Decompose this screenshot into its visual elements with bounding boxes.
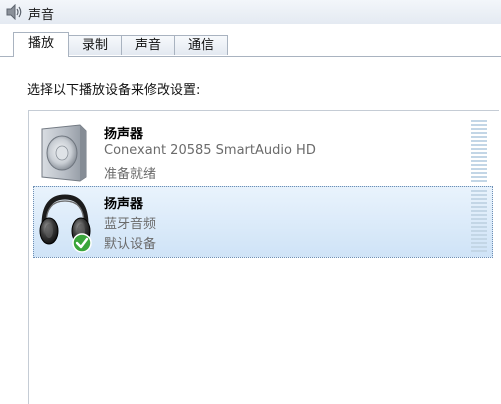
window-title: 声音 xyxy=(28,8,55,23)
tab-communications[interactable]: 通信 xyxy=(174,35,228,55)
device-status: 默认设备 xyxy=(104,237,157,252)
device-item-speakers-bluetooth[interactable]: 扬声器 蓝牙音频 默认设备 xyxy=(33,186,493,258)
instruction-text: 选择以下播放设备来修改设置: xyxy=(27,83,201,98)
device-name: 扬声器 xyxy=(104,197,144,212)
device-status: 准备就绪 xyxy=(104,167,157,182)
tab-communications-label: 通信 xyxy=(187,38,214,53)
tab-recording-label: 录制 xyxy=(81,38,108,53)
speaker-icon xyxy=(6,4,22,20)
tab-playback-label: 播放 xyxy=(27,36,54,51)
volume-level-meter xyxy=(471,120,487,182)
tab-playback[interactable]: 播放 xyxy=(13,32,69,57)
tab-sounds-label: 声音 xyxy=(134,38,161,53)
device-description: Conexant 20585 SmartAudio HD xyxy=(104,143,316,158)
device-name: 扬声器 xyxy=(104,127,144,142)
tab-sounds[interactable]: 声音 xyxy=(121,35,175,55)
speaker-icon xyxy=(41,124,87,182)
volume-level-meter xyxy=(471,190,487,252)
tab-recording[interactable]: 录制 xyxy=(68,35,122,55)
device-item-speakers-conexant[interactable]: 扬声器 Conexant 20585 SmartAudio HD 准备就绪 xyxy=(33,116,493,188)
title-bar: 声音 xyxy=(0,0,501,25)
device-description: 蓝牙音频 xyxy=(104,217,157,232)
check-icon xyxy=(72,233,92,253)
